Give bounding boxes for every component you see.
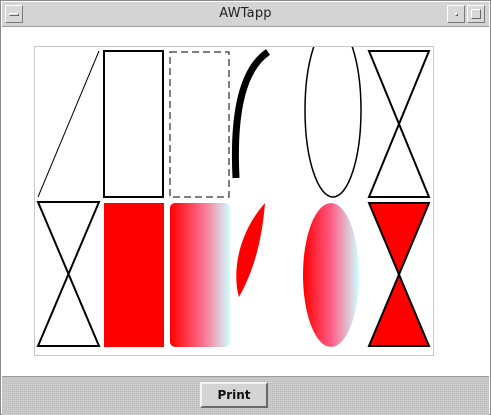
minimize-icon[interactable] <box>447 5 465 23</box>
print-button[interactable]: Print <box>200 382 268 408</box>
window-title: AWTapp <box>219 6 272 21</box>
diagonal-line <box>37 50 100 198</box>
app-window: AWTapp Print <box>0 0 491 415</box>
button-bar: Print <box>2 376 489 415</box>
gradient-ellipse <box>303 203 359 347</box>
maximize-icon[interactable] <box>467 5 485 23</box>
title-bar[interactable]: AWTapp <box>2 2 489 27</box>
content-area <box>2 28 489 376</box>
outline-hourglass-top <box>367 50 431 198</box>
filled-arc <box>236 203 265 297</box>
filled-hourglass <box>367 202 431 347</box>
outline-hourglass-bottom <box>36 201 101 347</box>
dashed-rectangle <box>169 51 230 198</box>
outline-ellipse <box>304 47 362 198</box>
drawing-canvas <box>34 46 434 356</box>
gradient-rectangle <box>170 203 230 347</box>
filled-rectangle <box>104 203 164 347</box>
thick-arc <box>231 49 271 179</box>
outline-rectangle <box>103 50 164 198</box>
